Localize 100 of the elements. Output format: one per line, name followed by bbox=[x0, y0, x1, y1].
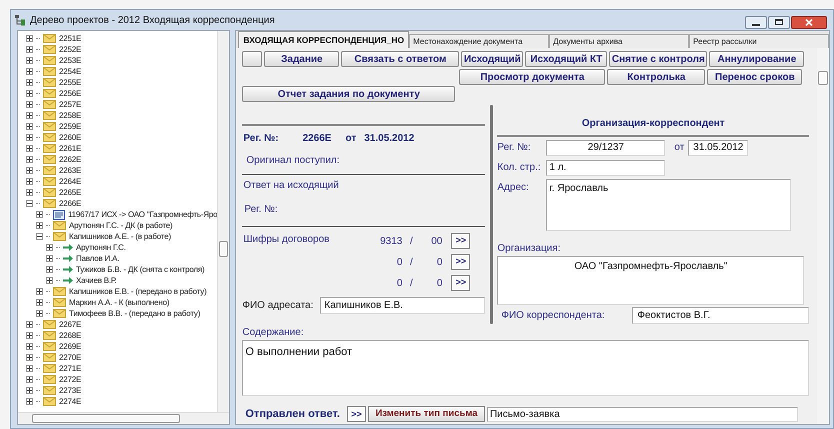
expand-icon[interactable] bbox=[26, 156, 33, 163]
expand-icon[interactable] bbox=[26, 376, 33, 383]
expand-icon[interactable] bbox=[36, 222, 43, 229]
expand-icon[interactable] bbox=[26, 79, 33, 86]
tree-item[interactable]: 2261E bbox=[59, 143, 82, 154]
tree-item[interactable]: Тужиков Б.В. - ДК (снята с контроля) bbox=[76, 264, 204, 275]
open-button[interactable]: >> bbox=[451, 233, 470, 249]
expand-icon[interactable] bbox=[36, 310, 43, 317]
tree-item[interactable]: Арутюнян Г.С. bbox=[76, 242, 126, 253]
expand-icon[interactable] bbox=[26, 68, 33, 75]
expand-icon[interactable] bbox=[26, 112, 33, 119]
expand-icon[interactable] bbox=[26, 321, 33, 328]
expand-icon[interactable] bbox=[26, 365, 33, 372]
tree-item[interactable]: Тимофеев В.В. - (передано в работу) bbox=[69, 308, 200, 319]
toolbar-button[interactable]: Исходящий КТ bbox=[525, 51, 608, 67]
toolbar-button[interactable]: Задание bbox=[264, 51, 340, 67]
tree-item[interactable]: 2260E bbox=[59, 132, 82, 143]
expand-icon[interactable] bbox=[26, 354, 33, 361]
tree-item[interactable]: 2251E bbox=[59, 33, 82, 44]
expand-icon[interactable] bbox=[26, 123, 33, 130]
tree-item[interactable]: 2262E bbox=[59, 154, 82, 165]
expand-icon[interactable] bbox=[26, 189, 33, 196]
collapse-icon[interactable] bbox=[26, 200, 33, 207]
expand-icon[interactable] bbox=[36, 288, 43, 295]
tree-item[interactable]: 2272E bbox=[59, 374, 82, 385]
change-type-button[interactable]: Изменить тип письма bbox=[368, 406, 485, 422]
correspondent-field[interactable]: Феоктистов В.Г. bbox=[632, 307, 810, 324]
vertical-scrollbar[interactable] bbox=[817, 48, 830, 424]
tree-item[interactable]: 2267E bbox=[59, 319, 82, 330]
organization-field[interactable]: ОАО "Газпромнефть-Ярославль" bbox=[497, 256, 804, 305]
tree-item[interactable]: 2256E bbox=[59, 88, 82, 99]
tree-item[interactable]: 2254E bbox=[59, 66, 82, 77]
tree-item[interactable]: 2252E bbox=[59, 44, 82, 55]
tree-item[interactable]: 2270E bbox=[59, 352, 82, 363]
open-button[interactable]: >> bbox=[451, 275, 470, 291]
tab[interactable]: Местонахождение документа bbox=[409, 34, 550, 48]
addressee-field[interactable]: Капишников Е.В. bbox=[320, 297, 486, 314]
expand-icon[interactable] bbox=[26, 167, 33, 174]
tree-item[interactable]: 2255E bbox=[59, 77, 82, 88]
tree-item[interactable]: 2266E bbox=[59, 198, 82, 209]
expand-icon[interactable] bbox=[26, 145, 33, 152]
tree-item[interactable]: Хачиев В.Р. bbox=[76, 275, 117, 286]
tab[interactable]: Реестр рассылки bbox=[689, 34, 830, 48]
expand-icon[interactable] bbox=[46, 255, 53, 262]
expand-icon[interactable] bbox=[26, 57, 33, 64]
tree-item[interactable]: 2269E bbox=[59, 341, 82, 352]
expand-icon[interactable] bbox=[26, 332, 33, 339]
horizontal-scrollbar[interactable] bbox=[18, 412, 230, 424]
toolbar-button[interactable]: Связать с ответом bbox=[341, 51, 460, 67]
date-field[interactable]: 31.05.2012 bbox=[688, 140, 748, 156]
expand-icon[interactable] bbox=[26, 398, 33, 405]
tab[interactable]: Документы архива bbox=[549, 34, 690, 48]
expand-icon[interactable] bbox=[26, 90, 33, 97]
tree-item[interactable]: 2263E bbox=[59, 165, 82, 176]
expand-icon[interactable] bbox=[46, 244, 53, 251]
toolbar-button[interactable]: Аннулирование bbox=[709, 51, 804, 67]
tree-item[interactable]: 2265E bbox=[59, 187, 82, 198]
expand-icon[interactable] bbox=[46, 277, 53, 284]
expand-icon[interactable] bbox=[26, 178, 33, 185]
toolbar-button[interactable]: Просмотр документа bbox=[459, 69, 606, 85]
tree-item[interactable]: Арутюнян Г.С. - ДК (в работе) bbox=[69, 220, 173, 231]
expand-icon[interactable] bbox=[26, 101, 33, 108]
tab[interactable]: ВХОДЯЩАЯ КОРРЕСПОНДЕНЦИЯ_НО bbox=[238, 31, 410, 48]
open-button[interactable]: >> bbox=[346, 406, 366, 422]
tree-item[interactable]: 2273E bbox=[59, 385, 82, 396]
toolbar-button[interactable]: Перенос сроков bbox=[707, 69, 802, 85]
minimize-button[interactable] bbox=[745, 16, 767, 28]
content-field[interactable]: О выполнении работ bbox=[242, 340, 810, 396]
tree-item[interactable]: Капишников Е.В. - (передано в работу) bbox=[69, 286, 207, 297]
expand-icon[interactable] bbox=[26, 46, 33, 53]
report-button[interactable]: Отчет задания по документу bbox=[242, 86, 456, 102]
tree-item[interactable]: Павлов И.А. bbox=[76, 253, 120, 264]
tree-item[interactable]: 2264E bbox=[59, 176, 82, 187]
toolbar-button[interactable]: Исходящий bbox=[461, 51, 524, 67]
tree-item[interactable]: 2259E bbox=[59, 121, 82, 132]
letter-type-field[interactable]: Письмо-заявка bbox=[486, 406, 798, 422]
tree-item[interactable]: 2253E bbox=[59, 55, 82, 66]
tree-item[interactable]: 2258E bbox=[59, 110, 82, 121]
address-field[interactable]: г. Ярославль bbox=[546, 179, 792, 231]
tree-item[interactable]: Маркин А.А. - К (выполнено) bbox=[69, 297, 170, 308]
expand-icon[interactable] bbox=[36, 211, 43, 218]
tree-item[interactable]: 2268E bbox=[59, 330, 82, 341]
reg-number-field[interactable]: 29/1237 bbox=[546, 140, 666, 156]
expand-icon[interactable] bbox=[26, 134, 33, 141]
tree-item[interactable]: 2274E bbox=[59, 396, 82, 407]
expand-icon[interactable] bbox=[46, 266, 53, 273]
toolbar-button[interactable]: Контролька bbox=[607, 69, 706, 85]
pages-field[interactable]: 1 л. bbox=[546, 160, 666, 176]
blank-button[interactable] bbox=[242, 51, 262, 67]
expand-icon[interactable] bbox=[36, 299, 43, 306]
close-button[interactable] bbox=[791, 16, 827, 28]
expand-icon[interactable] bbox=[26, 343, 33, 350]
maximize-button[interactable] bbox=[768, 16, 790, 28]
expand-icon[interactable] bbox=[26, 387, 33, 394]
tree-item[interactable]: Капишников А.Е. - (в работе) bbox=[69, 231, 171, 242]
vertical-scrollbar[interactable] bbox=[217, 31, 230, 412]
collapse-icon[interactable] bbox=[36, 233, 43, 240]
expand-icon[interactable] bbox=[26, 35, 33, 42]
tree-item[interactable]: 11967/17 ИСХ -> ОАО "Газпромнефть-Яро bbox=[68, 209, 218, 220]
tree-item[interactable]: 2257E bbox=[59, 99, 82, 110]
